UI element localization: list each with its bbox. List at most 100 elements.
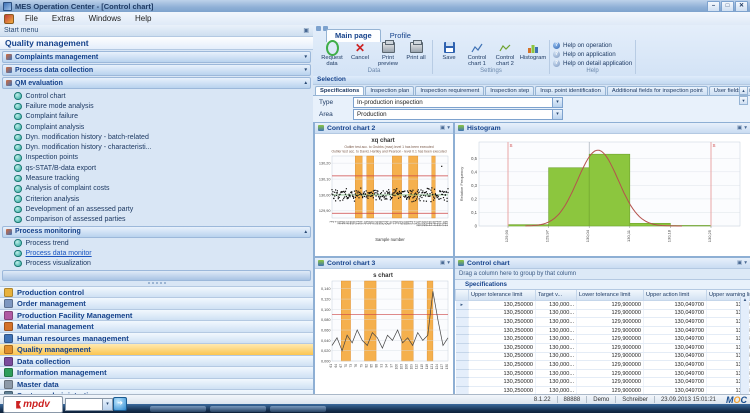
auto-hide-pin-icon[interactable]: ▣ <box>440 260 445 266</box>
chevron-down-icon[interactable]: ▾ <box>552 98 562 107</box>
auto-hide-pin-icon[interactable]: ▣ <box>737 125 742 131</box>
cancel-button[interactable]: ✕ Cancel <box>347 40 373 61</box>
sidebar-item-dyn-modification-history-batch[interactable]: Dyn. modification history - batch-relate… <box>0 132 313 142</box>
chevron-down-icon[interactable]: ▾ <box>552 110 562 119</box>
chevron-up-icon[interactable]: ▴ <box>304 229 307 235</box>
panel-menu-icon[interactable]: ▾ <box>447 260 450 266</box>
table-row[interactable]: 130,250000130,000...129,900000130,049700… <box>456 352 750 361</box>
selection-tab-inspection-requirement[interactable]: Inspection requirement <box>415 86 484 95</box>
row-selector[interactable] <box>456 352 469 361</box>
print-all-button[interactable]: Print all <box>403 40 429 61</box>
sidebar-item-control-chart[interactable]: Control chart <box>0 91 313 101</box>
sidebar-group-complaints-management[interactable]: Complaints management▾ <box>2 51 311 63</box>
row-selector[interactable] <box>456 326 469 335</box>
chevron-down-icon[interactable]: ▾ <box>304 67 307 73</box>
selection-tab-inspection-plan[interactable]: Inspection plan <box>365 86 414 95</box>
close-button[interactable]: ✕ <box>735 1 748 12</box>
panel-menu-icon[interactable]: ▾ <box>744 125 747 131</box>
stack-item-master-data[interactable]: Master data <box>0 378 313 390</box>
menu-extras[interactable]: Extras <box>45 13 82 24</box>
sidebar-item-complaint-failure[interactable]: Complaint failure <box>0 112 313 122</box>
maximize-button[interactable]: □ <box>721 1 734 12</box>
selection-tab-specifications[interactable]: Specifications <box>315 86 364 95</box>
group-by-drop-zone[interactable]: Drag a column here to group by that colu… <box>455 269 750 280</box>
help-on-operation-link[interactable]: ? Help on operation <box>553 42 612 49</box>
row-selector[interactable] <box>456 343 469 352</box>
row-selector[interactable] <box>456 361 469 370</box>
stack-item-information-management[interactable]: Information management <box>0 366 313 378</box>
sidebar-item-criterion-analysis[interactable]: Criterion analysis <box>0 194 313 204</box>
control-chart-2-button[interactable]: Control chart 2 <box>492 40 518 67</box>
menu-help[interactable]: Help <box>128 13 158 24</box>
pin-icon[interactable]: ▣ <box>303 27 309 34</box>
sidebar-item-measure-tracking[interactable]: Measure tracking <box>0 173 313 183</box>
save-button[interactable]: Save <box>436 40 462 61</box>
selection-scrollbar[interactable]: ▲ ▼ <box>739 86 748 105</box>
row-selector[interactable] <box>456 309 469 318</box>
table-row[interactable]: 130,250000130,000...129,900000130,049700… <box>456 343 750 352</box>
panel-menu-icon[interactable]: ▾ <box>744 260 747 266</box>
sidebar-item-process-visualization[interactable]: Process visualization <box>0 258 313 268</box>
chevron-down-icon[interactable]: ▾ <box>102 399 112 410</box>
histogram-button[interactable]: Histogram <box>520 40 546 61</box>
taskbar-search-combo[interactable]: ▾ <box>65 398 113 411</box>
row-selector[interactable] <box>456 318 469 327</box>
area-combo[interactable]: Production ▾ <box>353 109 563 120</box>
column-header-upper-tolerance-limit[interactable]: Upper tolerance limit <box>469 290 536 301</box>
table-row[interactable]: 130,250000130,000...129,900000130,049700… <box>456 378 750 387</box>
sidebar-item-qs-stat-b-data-export[interactable]: qs-STAT/B-data export <box>0 163 313 173</box>
sidebar-group-partial[interactable] <box>2 270 311 281</box>
selection-tab-additional-fields-for-inspection-p[interactable]: Additional fields for inspection point <box>607 86 708 95</box>
sidebar-item-dyn-modification-history-chara[interactable]: Dyn. modification history - characterist… <box>0 142 313 152</box>
table-row[interactable]: 130,250000130,000...129,900000130,049700… <box>456 335 750 344</box>
menu-file[interactable]: File <box>18 13 45 24</box>
row-selector[interactable] <box>456 378 469 387</box>
selection-tab-insp-point-identification[interactable]: Insp. point identification <box>535 86 606 95</box>
chevron-up-icon[interactable]: ▴ <box>304 80 307 86</box>
stack-item-human-resources-management[interactable]: Human resources management <box>0 332 313 344</box>
auto-hide-pin-icon[interactable]: ▣ <box>440 125 445 131</box>
search-go-icon[interactable]: ➜ <box>113 397 127 411</box>
chevron-down-icon[interactable]: ▾ <box>304 54 307 60</box>
sidebar-item-comparison-of-assessed-parties[interactable]: Comparison of assessed parties <box>0 215 313 225</box>
sidebar-item-analysis-of-complaint-costs[interactable]: Analysis of complaint costs <box>0 184 313 194</box>
sidebar-item-process-trend[interactable]: Process trend <box>0 238 313 248</box>
panel-menu-icon[interactable]: ▾ <box>447 125 450 131</box>
table-row[interactable]: 130,250000130,000...129,900000130,049700… <box>456 318 750 327</box>
control-chart-1-button[interactable]: Control chart 1 <box>464 40 490 67</box>
taskbar-button[interactable] <box>270 406 326 412</box>
help-on-detail-application-link[interactable]: ? Help on detail application <box>553 60 632 67</box>
table-row[interactable]: 130,250000130,000...129,900000130,049700… <box>456 309 750 318</box>
print-preview-button[interactable]: Print preview <box>375 40 401 67</box>
type-combo[interactable]: In-production inspection ▾ <box>353 97 563 108</box>
menu-windows[interactable]: Windows <box>82 13 128 24</box>
stack-item-data-collection[interactable]: Data collection <box>0 355 313 367</box>
stack-item-material-management[interactable]: Material management <box>0 320 313 332</box>
sidebar-item-failure-mode-analysis[interactable]: Failure mode analysis <box>0 101 313 111</box>
column-header-lower-tolerance-limit[interactable]: Lower tolerance limit <box>577 290 644 301</box>
row-selector[interactable] <box>456 335 469 344</box>
scroll-down-icon[interactable]: ▼ <box>739 96 748 105</box>
stack-item-production-facility-management[interactable]: Production Facility Management <box>0 309 313 321</box>
taskbar-button[interactable] <box>150 406 206 412</box>
stack-item-production-control[interactable]: Production control <box>0 286 313 298</box>
taskbar-button[interactable] <box>210 406 266 412</box>
stack-item-order-management[interactable]: Order management <box>0 297 313 309</box>
column-header-upper-action-limit[interactable]: Upper action limit <box>644 290 707 301</box>
sidebar-group-process-monitoring-bar[interactable]: Process monitoring▴ <box>2 226 311 238</box>
selection-tab-inspection-step[interactable]: Inspection step <box>485 86 534 95</box>
sidebar-item-process-data-monitor[interactable]: Process data monitor <box>0 248 313 258</box>
request-data-button[interactable]: Request data <box>319 40 345 67</box>
table-row[interactable]: ▸130,250000130,000...129,900000130,04970… <box>456 301 750 310</box>
row-selector[interactable]: ▸ <box>456 301 469 310</box>
table-scrollbar[interactable]: ▲ <box>740 297 749 394</box>
table-row[interactable]: 130,250000130,000...129,900000130,049700… <box>456 369 750 378</box>
sidebar-group-process-data-collection[interactable]: Process data collection▾ <box>2 64 311 76</box>
scroll-up-icon[interactable]: ▲ <box>739 86 748 95</box>
sidebar-item-complaint-analysis[interactable]: Complaint analysis <box>0 122 313 132</box>
minimize-button[interactable]: – <box>707 1 720 12</box>
help-on-application-link[interactable]: ? Help on application <box>553 51 616 58</box>
sidebar-item-development-of-an-assessed-par[interactable]: Development of an assessed party <box>0 204 313 214</box>
table-row[interactable]: 130,250000130,000...129,900000130,049700… <box>456 361 750 370</box>
specifications-group-row[interactable]: Specifications <box>455 280 750 290</box>
